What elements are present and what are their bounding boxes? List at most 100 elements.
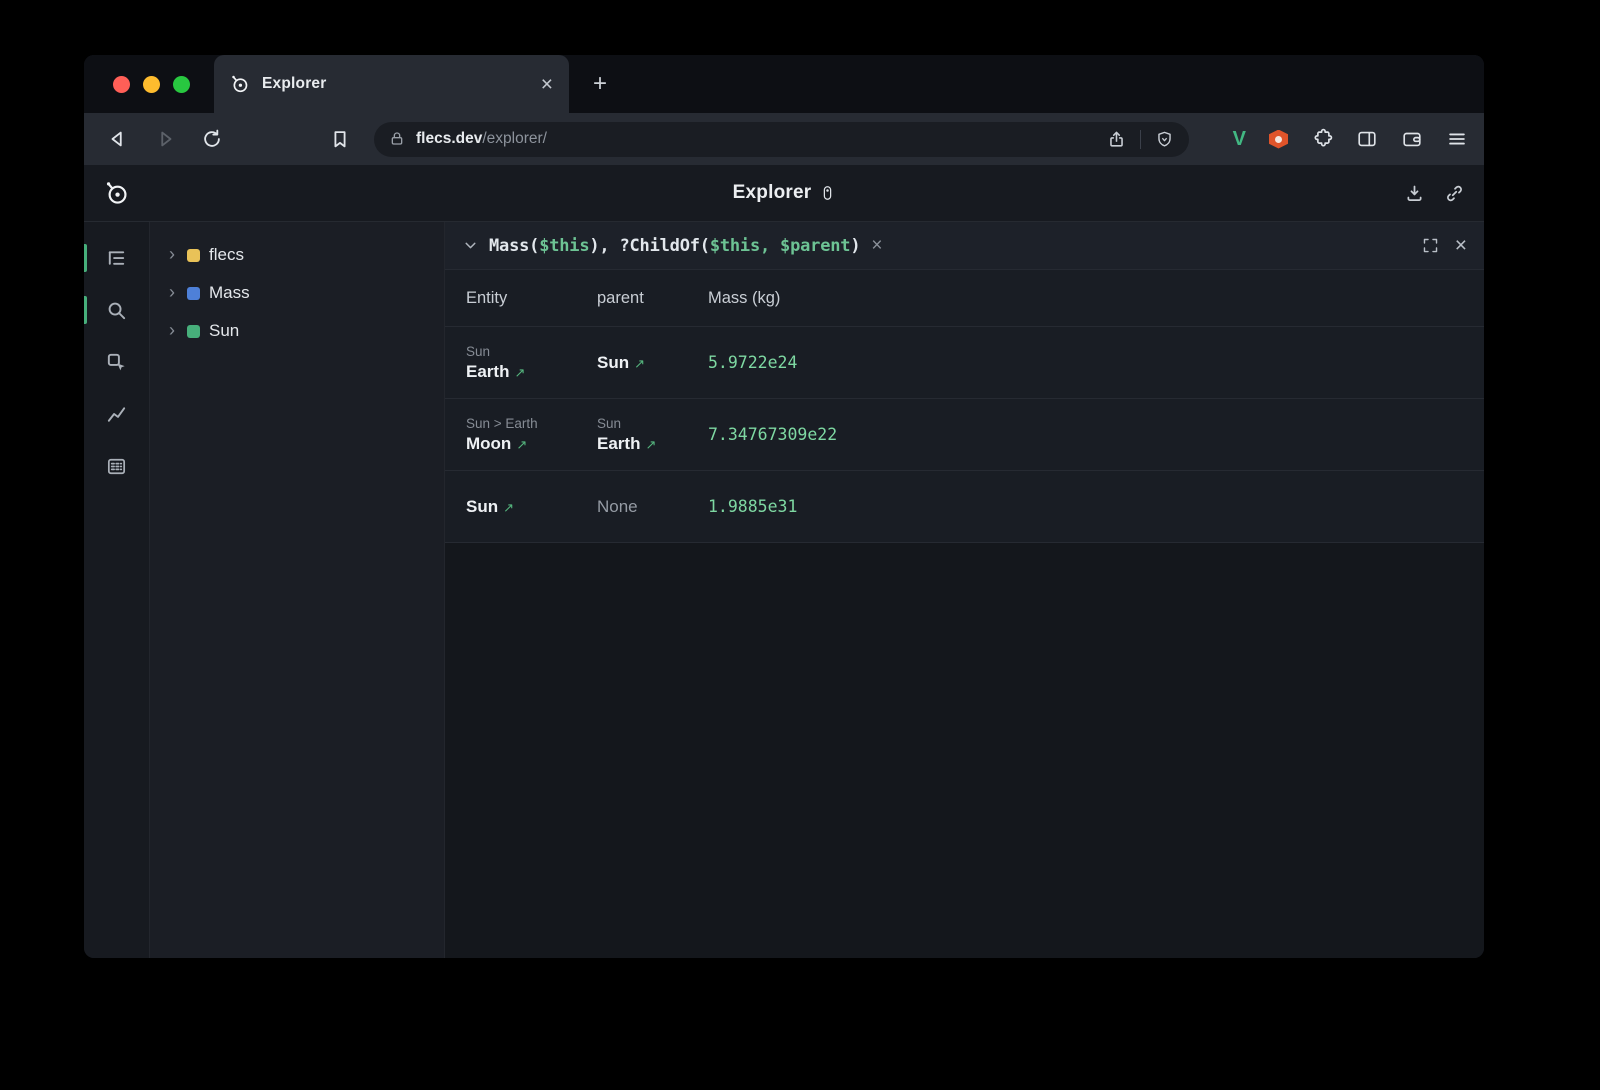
entity-color-swatch	[187, 249, 200, 262]
parent-cell: Sun Earth ↗	[597, 416, 708, 454]
menu-hamburger-icon[interactable]	[1446, 128, 1468, 150]
address-bar[interactable]: flecs.dev/explorer/	[374, 122, 1189, 157]
window-controls	[84, 55, 190, 113]
table-row: Sun Earth ↗ Sun ↗ 5.9722e24	[445, 327, 1484, 399]
address-bar-divider	[1140, 130, 1141, 149]
active-indicator	[84, 296, 87, 324]
entity-color-swatch	[187, 287, 200, 300]
browser-window: Explorer × + flecs.dev/explorer/	[84, 55, 1484, 958]
mass-value: 7.34767309e22	[708, 425, 1484, 444]
tab-title: Explorer	[262, 75, 327, 93]
open-link-icon: ↗	[516, 437, 527, 453]
parent-name: Earth	[597, 434, 640, 454]
entity-link[interactable]: Sun ↗	[597, 353, 708, 373]
query-expression[interactable]: Mass($this), ?ChildOf($this, $parent)	[489, 236, 860, 256]
sidebar-item-entity-tree[interactable]	[103, 244, 131, 272]
tree-item-sun[interactable]: › Sun	[166, 312, 444, 350]
table-row: Sun ↗ None 1.9885e31	[445, 471, 1484, 543]
extensions-puzzle-icon[interactable]	[1311, 128, 1333, 150]
column-header-entity: Entity	[466, 289, 597, 308]
flecs-favicon-icon	[230, 74, 250, 94]
download-icon[interactable]	[1404, 183, 1425, 204]
tree-item-flecs[interactable]: › flecs	[166, 236, 444, 274]
entity-link[interactable]: Sun ↗	[466, 497, 597, 517]
empty-results-area	[445, 543, 1484, 958]
zoom-window-button[interactable]	[173, 76, 190, 93]
flecs-logo-icon[interactable]	[84, 180, 150, 206]
panel-close-button[interactable]: ×	[1455, 235, 1467, 256]
tab-close-button[interactable]: ×	[541, 74, 553, 95]
query-header: Mass($this), ?ChildOf($this, $parent) × …	[445, 222, 1484, 270]
url-text: flecs.dev/explorer/	[416, 130, 547, 148]
sidebar-toggle-icon[interactable]	[1356, 128, 1378, 150]
entity-link[interactable]: Earth ↗	[466, 362, 597, 382]
entity-cell: Sun > Earth Moon ↗	[466, 416, 597, 454]
tab-strip: Explorer × +	[84, 55, 1484, 113]
forward-button[interactable]	[147, 121, 183, 157]
expand-chevron-icon[interactable]: ›	[166, 245, 178, 263]
tree-item-label: flecs	[209, 245, 244, 265]
entity-parent-path: Sun	[466, 344, 597, 359]
entity-cell: Sun ↗	[466, 497, 597, 517]
mass-value: 1.9885e31	[708, 497, 1484, 516]
lock-icon	[389, 131, 405, 147]
sidebar-item-search[interactable]	[103, 296, 131, 324]
query-variable: $this, $parent	[710, 236, 851, 256]
open-link-icon: ↗	[514, 365, 525, 381]
fullscreen-icon[interactable]	[1422, 237, 1439, 254]
browser-tab-explorer[interactable]: Explorer ×	[214, 55, 569, 113]
sidebar-item-inspector[interactable]	[103, 348, 131, 376]
entity-name: Sun	[466, 497, 498, 517]
tree-item-mass[interactable]: › Mass	[166, 274, 444, 312]
entity-link[interactable]: Moon ↗	[466, 434, 597, 454]
reload-button[interactable]	[194, 121, 230, 157]
query-term: )	[850, 236, 860, 256]
expand-chevron-icon[interactable]: ›	[166, 321, 178, 339]
open-link-icon: ↗	[503, 500, 514, 516]
hexagon-extension-icon[interactable]	[1269, 130, 1288, 149]
entity-name: Moon	[466, 434, 511, 454]
parent-name: Sun	[597, 353, 629, 373]
sidebar-item-statistics[interactable]	[103, 400, 131, 428]
query-term: ),	[589, 236, 619, 256]
entity-tree-panel: › flecs › Mass › Sun	[150, 222, 445, 958]
query-panel: Mass($this), ?ChildOf($this, $parent) × …	[445, 222, 1484, 958]
query-term: ?ChildOf(	[619, 236, 709, 256]
share-link-icon[interactable]	[1444, 183, 1465, 204]
explorer-header: Explorer	[84, 165, 1484, 222]
column-header-parent: parent	[597, 289, 708, 308]
desktop: { "browser": { "tab_title": "Explorer", …	[0, 0, 1600, 1090]
url-path: /explorer/	[482, 130, 547, 147]
entity-name: Earth	[466, 362, 509, 382]
tree-item-label: Mass	[209, 283, 250, 303]
parent-cell: None	[597, 497, 708, 517]
back-button[interactable]	[100, 121, 136, 157]
new-tab-button[interactable]: +	[585, 69, 615, 99]
sidebar-item-memory[interactable]	[103, 452, 131, 480]
main-content: › flecs › Mass › Sun	[84, 222, 1484, 958]
wallet-icon[interactable]	[1401, 128, 1423, 150]
entity-parent-path: Sun > Earth	[466, 416, 597, 431]
browser-toolbar: flecs.dev/explorer/	[84, 113, 1484, 165]
table-row: Sun > Earth Moon ↗ Sun Earth ↗ 7.3476730…	[445, 399, 1484, 471]
url-host: flecs.dev	[416, 130, 482, 147]
parent-cell: Sun ↗	[597, 353, 708, 373]
connection-remote-icon	[820, 183, 835, 203]
entity-cell: Sun Earth ↗	[466, 344, 597, 382]
expand-chevron-icon[interactable]: ›	[166, 283, 178, 301]
share-icon[interactable]	[1107, 130, 1126, 149]
entity-color-swatch	[187, 325, 200, 338]
vue-devtools-icon[interactable]: V	[1233, 128, 1246, 151]
brave-shield-icon[interactable]	[1155, 130, 1174, 149]
minimize-window-button[interactable]	[143, 76, 160, 93]
entity-link[interactable]: Earth ↗	[597, 434, 708, 454]
query-term: Mass(	[489, 236, 539, 256]
close-window-button[interactable]	[113, 76, 130, 93]
chevron-down-icon[interactable]	[462, 237, 479, 254]
parent-parent-path: Sun	[597, 416, 708, 431]
bookmark-icon[interactable]	[322, 121, 358, 157]
query-clear-button[interactable]: ×	[871, 236, 882, 255]
open-link-icon: ↗	[634, 356, 645, 372]
active-indicator	[84, 244, 87, 272]
icon-sidebar	[84, 222, 150, 958]
